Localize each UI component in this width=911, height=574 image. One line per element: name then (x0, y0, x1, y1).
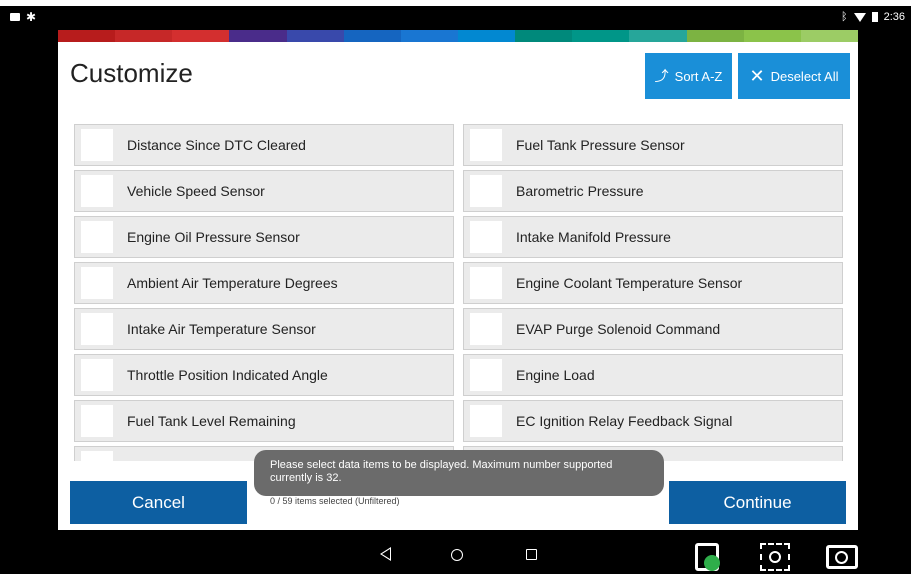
data-item-list[interactable]: Distance Since DTC Cleared Vehicle Speed … (74, 124, 844, 461)
deselect-all-label: Deselect All (770, 68, 839, 84)
rainbow-segment (172, 30, 230, 42)
list-item-label: EVAP Purge Solenoid Command (516, 321, 721, 337)
rainbow-segment (115, 30, 173, 42)
toast-message: Please select data items to be displayed… (254, 450, 664, 496)
list-item-label: Barometric Pressure (516, 183, 644, 199)
list-item[interactable]: EVAP Purge Solenoid Command (463, 308, 843, 350)
list-item-label: Fuel Tank Pressure Sensor (516, 137, 685, 153)
checkbox[interactable] (81, 313, 113, 345)
list-item-label: EC Ignition Relay Feedback Signal (516, 413, 733, 429)
list-item-label: Engine Coolant Temperature Sensor (516, 275, 743, 291)
list-item[interactable]: Engine Load (463, 354, 843, 396)
list-item-label: Vehicle Speed Sensor (127, 183, 265, 199)
rainbow-segment (800, 30, 858, 42)
right-column: Fuel Tank Pressure Sensor Barometric Pres… (463, 124, 843, 461)
list-item[interactable]: Fuel Tank Level Remaining (74, 400, 454, 442)
checkbox[interactable] (81, 129, 113, 161)
list-item[interactable]: EC Ignition Relay Feedback Signal (463, 400, 843, 442)
list-item-label: Distance Since DTC Cleared (127, 137, 306, 153)
checkbox[interactable] (81, 175, 113, 207)
list-item[interactable]: Intake Air Temperature Sensor (74, 308, 454, 350)
sort-az-label: Sort A-Z (674, 68, 723, 84)
list-item[interactable]: Vehicle Speed Sensor (74, 170, 454, 212)
list-item-label: Instrument Panel (127, 459, 233, 461)
list-item[interactable]: Engine Oil Pressure Sensor (74, 216, 454, 258)
checkbox[interactable] (470, 359, 502, 391)
checkbox[interactable] (470, 175, 502, 207)
back-icon[interactable] (380, 547, 391, 561)
checkbox[interactable] (470, 405, 502, 437)
status-bar: ✱ ᛒ 2:36 (0, 6, 911, 30)
camera-lens-icon (835, 551, 848, 564)
settings-icon: ✱ (26, 10, 37, 24)
list-item-label: Ambient Air Temperature Degrees (127, 275, 338, 291)
list-item[interactable]: Fuel Tank Pressure Sensor (463, 124, 843, 166)
list-item-label: Engine Load (516, 367, 595, 383)
rainbow-bar (58, 30, 858, 42)
list-item[interactable]: Engine Coolant Temperature Sensor (463, 262, 843, 304)
rainbow-segment (629, 30, 687, 42)
battery-icon (871, 12, 878, 22)
list-item-label: Engine Oil Pressure Sensor (127, 229, 300, 245)
list-item-label: Intake Air Temperature Sensor (127, 321, 316, 337)
status-right: ᛒ 2:36 (841, 11, 905, 23)
list-item[interactable]: Intake Manifold Pressure (463, 216, 843, 258)
rainbow-segment (58, 30, 116, 42)
close-icon: ✕ (749, 66, 765, 86)
rainbow-segment (457, 30, 516, 42)
rainbow-segment (229, 30, 287, 42)
navigation-bar (0, 540, 911, 574)
rainbow-segment (343, 30, 401, 42)
rainbow-segment (515, 30, 573, 42)
checkbox[interactable] (470, 313, 502, 345)
sort-az-button[interactable]: ⤴ Sort A-Z (645, 53, 732, 99)
wifi-icon (853, 12, 866, 22)
checkbox[interactable] (81, 451, 113, 461)
recent-apps-icon[interactable] (526, 549, 537, 560)
list-item[interactable]: Barometric Pressure (463, 170, 843, 212)
bluetooth-icon: ᛒ (840, 11, 848, 23)
list-item[interactable]: Throttle Position Indicated Angle (74, 354, 454, 396)
rainbow-segment (686, 30, 744, 42)
home-icon[interactable] (451, 549, 463, 561)
checkbox[interactable] (81, 267, 113, 299)
checkbox[interactable] (81, 359, 113, 391)
list-item-label: Intake Manifold Pressure (516, 229, 671, 245)
sort-icon: ⤴ (654, 68, 669, 84)
page-title: Customize (70, 58, 193, 88)
rainbow-segment (572, 30, 630, 42)
list-item-label: Throttle Position Indicated Angle (127, 367, 328, 383)
list-item-label: Fuel Tank Level Remaining (127, 413, 296, 429)
customize-dialog: Customize ⤴ Sort A-Z ✕ Deselect All Dist… (58, 30, 858, 530)
list-item[interactable]: Ambient Air Temperature Degrees (74, 262, 454, 304)
checkbox[interactable] (470, 267, 502, 299)
rainbow-segment (743, 30, 801, 42)
status-time: 2:36 (883, 11, 905, 23)
deselect-all-button[interactable]: ✕ Deselect All (738, 53, 850, 99)
wifi-badge-icon (704, 555, 720, 571)
left-column: Distance Since DTC Cleared Vehicle Speed … (74, 124, 454, 461)
rainbow-segment (286, 30, 344, 42)
checkbox[interactable] (470, 129, 502, 161)
cancel-button[interactable]: Cancel (70, 481, 247, 524)
continue-button[interactable]: Continue (669, 481, 846, 524)
checkbox[interactable] (470, 221, 502, 253)
checkbox[interactable] (81, 221, 113, 253)
checkbox[interactable] (81, 405, 113, 437)
rainbow-segment (400, 30, 458, 42)
notification-icon (10, 13, 20, 21)
screenshot-lens-icon (769, 551, 781, 563)
list-item[interactable]: Distance Since DTC Cleared (74, 124, 454, 166)
selection-count: 0 / 59 items selected (Unfiltered) (270, 496, 400, 506)
status-left: ✱ (10, 11, 36, 23)
